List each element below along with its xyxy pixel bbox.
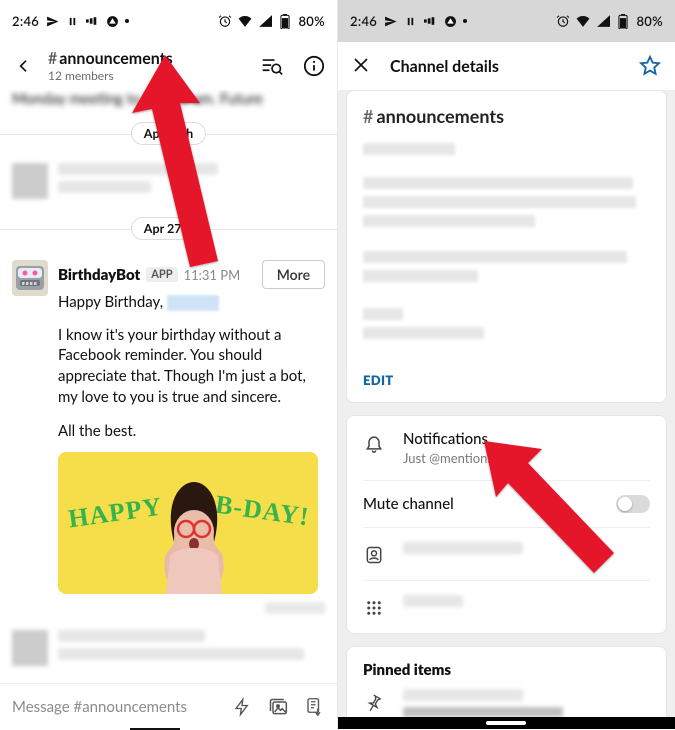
avatar[interactable] <box>12 260 48 296</box>
search-icon[interactable] <box>261 55 283 77</box>
pinned-item[interactable] <box>347 683 666 717</box>
contact-icon <box>363 544 385 566</box>
notif-title: Notifications <box>403 430 650 448</box>
battery-icon <box>278 14 292 28</box>
app-icon <box>105 14 119 28</box>
app-icon <box>443 14 457 28</box>
channel-members: 12 members <box>48 69 241 83</box>
nav-indicator <box>486 721 526 725</box>
pinned-card: Pinned items <box>346 646 667 717</box>
composer[interactable]: Message #announcements <box>0 683 337 729</box>
channel-name: #announcements <box>48 49 241 68</box>
details-header: Channel details <box>338 42 675 90</box>
mute-row[interactable]: Mute channel <box>363 480 650 527</box>
settings-card: Notifications Just @mentions Mute channe… <box>346 415 667 634</box>
close-button[interactable] <box>352 56 372 76</box>
lightning-icon[interactable] <box>231 696 253 718</box>
signal-icon <box>596 14 610 28</box>
status-time: 2:46 <box>12 13 39 29</box>
date-separator: Apr 27th <box>131 217 206 240</box>
wifi-icon <box>576 14 590 28</box>
alarm-icon <box>556 14 570 28</box>
edit-button[interactable]: EDIT <box>347 360 666 402</box>
about-card: #announcements EDIT <box>346 90 667 403</box>
members-row[interactable] <box>363 527 650 580</box>
status-time: 2:46 <box>350 13 377 29</box>
status-dot <box>125 19 129 23</box>
message-redacted <box>0 159 337 203</box>
back-button[interactable] <box>14 56 34 76</box>
wifi-icon <box>238 14 252 28</box>
channel-header[interactable]: #announcements 12 members <box>0 42 337 90</box>
info-icon[interactable] <box>303 55 325 77</box>
author-name[interactable]: BirthdayBot <box>58 266 140 284</box>
msg-fragment: Monday meeting to Tue 10 am. Future <box>0 90 337 108</box>
app-badge: APP <box>146 267 177 282</box>
msg-sign: All the best. <box>58 421 325 442</box>
pause-icon <box>403 14 417 28</box>
star-button[interactable] <box>639 55 661 77</box>
msg-body: I know it's your birthday without a Face… <box>58 325 325 408</box>
status-bar: 2:46 80% <box>338 0 675 42</box>
battery-icon <box>616 14 630 28</box>
msg-line: Happy Birthday, <box>58 292 325 313</box>
details-title: Channel details <box>390 57 621 76</box>
apps-icon <box>363 597 385 619</box>
pin-icon <box>363 691 385 713</box>
media-icon <box>423 14 437 28</box>
message-redacted <box>0 626 337 670</box>
signal-icon <box>258 14 272 28</box>
send-icon <box>45 14 59 28</box>
gallery-icon[interactable] <box>267 696 289 718</box>
status-dot <box>463 19 467 23</box>
status-battery: 80% <box>636 13 663 29</box>
pinned-title: Pinned items <box>347 647 666 683</box>
status-bar: 2:46 80% <box>0 0 337 42</box>
bell-icon <box>363 432 385 454</box>
attach-icon[interactable] <box>303 696 325 718</box>
message[interactable]: BirthdayBot APP 11:31 PM More Happy Birt… <box>0 254 337 620</box>
msg-time: 11:31 PM <box>184 267 241 283</box>
date-separator: Apr 15th <box>131 122 206 145</box>
alarm-icon <box>218 14 232 28</box>
channel-name: #announcements <box>363 105 650 127</box>
notifications-row[interactable]: Notifications Just @mentions <box>347 416 666 480</box>
gif-person <box>144 474 244 594</box>
status-battery: 80% <box>298 13 325 29</box>
media-icon <box>85 14 99 28</box>
gif-attachment[interactable]: HAPPY B-DAY! <box>58 452 318 594</box>
mute-toggle[interactable] <box>616 495 650 513</box>
notif-sub: Just @mentions <box>403 450 650 466</box>
composer-placeholder[interactable]: Message #announcements <box>12 698 217 716</box>
send-icon <box>383 14 397 28</box>
apps-row[interactable] <box>363 580 650 633</box>
pause-icon <box>65 14 79 28</box>
more-button[interactable]: More <box>262 260 325 289</box>
